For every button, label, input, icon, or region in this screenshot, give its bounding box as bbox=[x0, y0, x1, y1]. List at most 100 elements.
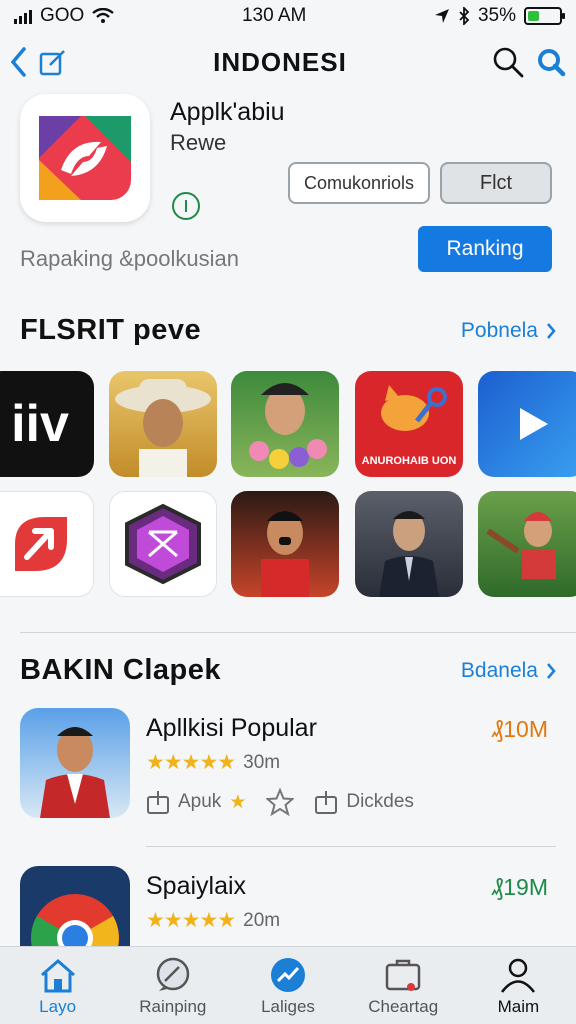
list-item-count: 30m bbox=[243, 751, 281, 773]
status-bar: GOO 130 AM 35% bbox=[0, 0, 576, 32]
app-subtitle: Rewe bbox=[170, 130, 227, 155]
ranking-link-label: Bdanela bbox=[460, 658, 538, 682]
featured-tile-hex[interactable] bbox=[109, 491, 217, 597]
star-outline-icon[interactable] bbox=[266, 788, 295, 816]
tab-label: Cheartag bbox=[368, 997, 439, 1016]
featured-tile-news[interactable] bbox=[355, 491, 463, 597]
hexagon-icon bbox=[125, 503, 201, 585]
search-blue-icon[interactable] bbox=[536, 47, 566, 77]
battery-percent: 35% bbox=[477, 5, 516, 26]
nav-left bbox=[10, 47, 68, 77]
list-item-title: Spaiylaix bbox=[146, 872, 247, 900]
tab-label: Maim bbox=[497, 997, 540, 1016]
play-icon bbox=[520, 408, 548, 440]
featured-tile-red-arrow[interactable] bbox=[0, 491, 94, 597]
cowboy-portrait-icon bbox=[115, 379, 211, 477]
tab-laliges[interactable]: Laliges bbox=[230, 947, 345, 1024]
carrier-name: GOO bbox=[40, 5, 85, 26]
featured-row-1: iiv ANUROHAIB UON bbox=[0, 371, 576, 477]
list-item-price: ₰19M bbox=[491, 874, 548, 900]
details-action[interactable]: Dickdes bbox=[314, 789, 414, 815]
person-icon bbox=[501, 958, 536, 993]
featured-tile-cat[interactable]: ANUROHAIB UON bbox=[355, 371, 463, 477]
featured-tile-cowboy[interactable] bbox=[109, 371, 217, 477]
list-item-rating: ★★★★★ 20m bbox=[146, 908, 280, 933]
featured-tile-play[interactable] bbox=[478, 371, 576, 477]
share-icon bbox=[147, 791, 169, 814]
tab-layo[interactable]: Layo bbox=[0, 947, 115, 1024]
list-item-rating: ★★★★★ 30m bbox=[146, 750, 280, 775]
red-arrow-icon bbox=[15, 517, 67, 571]
tab-maim[interactable]: Maim bbox=[461, 947, 576, 1024]
featured-row-2 bbox=[0, 491, 576, 597]
featured-tile-flowers[interactable] bbox=[231, 371, 339, 477]
list-item-count: 20m bbox=[243, 909, 281, 931]
tab-rainping[interactable]: Rainping bbox=[115, 947, 230, 1024]
flct-button[interactable]: Flct bbox=[440, 162, 552, 204]
row-divider bbox=[146, 846, 556, 847]
wifi-icon bbox=[92, 8, 115, 23]
tab-bar: Layo Rainping Laliges Cheartag Maim bbox=[0, 946, 576, 1024]
featured-tile-cat-label: ANUROHAIB UON bbox=[361, 455, 457, 467]
signal-icon bbox=[14, 8, 32, 24]
app-logo-icon bbox=[20, 94, 150, 222]
home-icon bbox=[40, 959, 75, 993]
back-chevron-icon[interactable] bbox=[10, 47, 26, 77]
singer-portrait-icon bbox=[261, 511, 309, 597]
chat-icon bbox=[156, 957, 190, 991]
nav-bar: INDONESI bbox=[0, 36, 576, 88]
featured-title: FLSRIT peve bbox=[20, 314, 202, 346]
section-divider bbox=[20, 632, 576, 633]
featured-see-all-link[interactable]: Pobnela bbox=[461, 319, 556, 343]
list-item-title: Apllkisi Popular bbox=[146, 714, 317, 742]
list-item-actions: Apuk ★ Dickdes bbox=[146, 788, 414, 816]
search-icon[interactable] bbox=[492, 46, 524, 78]
tab-label: Rainping bbox=[139, 997, 207, 1016]
star-rating-icon: ★★★★★ bbox=[146, 909, 236, 932]
page-title: INDONESI bbox=[213, 46, 347, 77]
app-name: Applk'abiu bbox=[170, 98, 285, 126]
location-arrow-icon bbox=[434, 9, 449, 23]
chevron-right-icon bbox=[547, 322, 556, 339]
tab-cheartag[interactable]: Cheartag bbox=[346, 947, 461, 1024]
list-item[interactable]: Apllkisi Popular ★★★★★ 30m ₰10M Apuk ★ D… bbox=[20, 708, 556, 824]
comukonriols-button[interactable]: Comukonriols bbox=[288, 162, 430, 204]
app-tagline: Rapaking &poolkusian bbox=[20, 246, 239, 271]
featured-link-label: Pobnela bbox=[460, 318, 538, 342]
battery-level bbox=[528, 11, 539, 21]
edit-icon[interactable] bbox=[38, 47, 68, 77]
ranking-button[interactable]: Ranking bbox=[418, 226, 552, 272]
featured-header: FLSRIT peve Pobnela bbox=[20, 314, 556, 347]
tab-label: Laliges bbox=[261, 997, 315, 1016]
presenter-portrait-icon bbox=[40, 727, 110, 818]
festival-portrait-icon bbox=[249, 383, 327, 469]
details-action-label: Dickdes bbox=[346, 791, 414, 812]
ranking-see-all-link[interactable]: Bdanela bbox=[461, 659, 556, 683]
tab-label: Layo bbox=[39, 997, 77, 1016]
battery-icon bbox=[524, 7, 565, 25]
info-icon[interactable] bbox=[172, 192, 200, 220]
featured-tile-iiv-label: iiv bbox=[11, 395, 69, 453]
featured-tile-singer[interactable] bbox=[231, 491, 339, 597]
featured-tile-sports[interactable] bbox=[478, 491, 576, 597]
app-header: Applk'abiu Rewe Comukonriols Flct Rapaki… bbox=[20, 94, 556, 294]
chevron-right-icon bbox=[547, 662, 556, 679]
status-left: GOO bbox=[14, 5, 115, 27]
featured-tile-iiv[interactable]: iiv bbox=[0, 371, 94, 477]
list-item-price: ₰10M bbox=[491, 716, 548, 742]
nav-right bbox=[492, 46, 566, 78]
star-filled-icon: ★ bbox=[229, 791, 247, 813]
briefcase-icon bbox=[385, 959, 421, 991]
ranking-header: BAKIN Clapek Bdanela bbox=[20, 654, 556, 687]
star-rating-icon: ★★★★★ bbox=[146, 751, 236, 774]
sports-player-icon bbox=[486, 512, 556, 579]
list-item-thumbnail bbox=[20, 708, 130, 818]
share-action-label: Apuk bbox=[178, 791, 222, 812]
trend-icon bbox=[271, 958, 305, 992]
status-right: 35% bbox=[434, 5, 565, 27]
ranking-title: BAKIN Clapek bbox=[20, 654, 221, 686]
bluetooth-icon bbox=[459, 7, 470, 25]
presenter-portrait-icon bbox=[379, 511, 439, 597]
share-action[interactable]: Apuk ★ bbox=[146, 789, 246, 815]
share-icon bbox=[315, 791, 338, 814]
